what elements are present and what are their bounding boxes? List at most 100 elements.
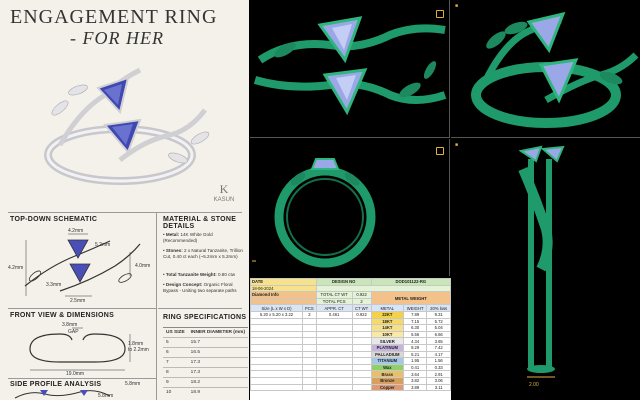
metal-name: Brass	[370, 370, 404, 378]
metal-loss: 0.33	[426, 363, 451, 372]
metal-name: Wax	[370, 363, 404, 372]
table-cell	[351, 324, 372, 332]
table-cell: 7	[163, 357, 188, 368]
dim-label: 4.0mm	[135, 263, 151, 269]
side-profile-schematic	[14, 390, 111, 399]
table-cell	[302, 357, 317, 365]
table-cell	[315, 337, 353, 345]
viewport-perspective[interactable]: ■	[451, 0, 640, 138]
table-cell	[302, 383, 317, 392]
table-cell: 10	[163, 387, 188, 398]
metal-name: 14KT	[370, 324, 404, 332]
table-cell	[250, 317, 303, 326]
table-row: 6 16.5	[163, 347, 249, 358]
viewport-top[interactable]	[250, 0, 450, 138]
total-pcs-value: 2	[351, 297, 372, 306]
table-row: 8 17.3	[163, 367, 249, 378]
table-cell	[315, 343, 353, 352]
table-cell: 0.461	[315, 310, 353, 319]
height-dim: 1.8mm to 2.2mm	[128, 341, 149, 353]
table-header-row: Size (L x W x D) PCS APPR. CT CT WT META…	[250, 304, 451, 312]
viewport-label-icon[interactable]: ■	[455, 142, 458, 148]
table-cell: 5	[163, 337, 188, 348]
table-cell	[250, 357, 303, 365]
dim-label: 5.2mm	[95, 242, 111, 248]
table-cell	[351, 357, 372, 365]
gap-dim: 3.8mm	[62, 322, 78, 328]
table-row: Diamond Info TOTAL CT WT 0.922 METAL WEI…	[250, 291, 452, 306]
dim-label: 2.5mm	[70, 298, 86, 304]
total-pcs-label: TOTAL PCS	[315, 297, 353, 306]
table-cell	[250, 363, 303, 372]
metal-weight: 5.56	[402, 330, 428, 339]
metal-loss: 5.72	[426, 317, 451, 326]
table-row: Wax 0.41 0.33	[250, 363, 451, 372]
table-cell: 18.2	[187, 377, 249, 388]
ring-hero-image	[44, 67, 210, 185]
metal-name: Copper	[370, 383, 404, 392]
table-cell	[302, 330, 317, 339]
viewport-maximize-icon[interactable]	[436, 10, 444, 18]
ring-cad-front-view	[252, 158, 376, 268]
design-no-label: DESIGN NO	[315, 278, 372, 286]
material-heading: MATERIAL & STONE DETAILS	[163, 216, 237, 230]
date-label: DATE	[250, 278, 317, 286]
viewport-maximize-icon[interactable]	[436, 147, 444, 155]
metal-weight: 3.64	[402, 370, 428, 378]
table-cell	[315, 370, 353, 378]
column-header: APPR. CT	[315, 304, 353, 312]
table-cell	[351, 317, 372, 326]
table-cell: 0.922	[351, 310, 372, 319]
design-info-table: DATE DESIGN NO DOD101122-RG 18-06-2024 D…	[250, 278, 452, 400]
metal-loss: 3.11	[426, 383, 451, 392]
table-cell: 16.5	[187, 347, 249, 358]
table-cell: 9	[163, 377, 188, 388]
spec-sheet: ENGAGEMENT RING - FOR HER K KASUN TOP-DOW…	[0, 0, 249, 400]
ring-cad-side-view	[518, 145, 565, 378]
table-row: DATE DESIGN NO DOD101122-RG	[250, 278, 452, 286]
side-profile-heading: SIDE PROFILE ANALYSIS	[10, 381, 102, 388]
metal-name: 18KT	[370, 317, 404, 326]
metal-name: 22KT	[370, 310, 404, 319]
brand-monogram: K	[219, 182, 229, 196]
table-cell	[315, 324, 353, 332]
design-no-value: DOD101122-RG	[370, 278, 452, 286]
metal-loss: 5.04	[426, 324, 451, 332]
brand-name: KASUN	[213, 197, 235, 203]
table-row: Copper 3.89 3.11	[250, 383, 451, 392]
table-row: 7 17.3	[163, 357, 249, 368]
table-cell: 6	[163, 347, 188, 358]
viewport-side[interactable]: ■ 2.00	[451, 139, 640, 400]
table-cell	[315, 363, 353, 372]
material-line: • Stones: 2 x Natural Tanzanite, Trillio…	[163, 248, 243, 259]
metal-weight: 7.15	[402, 317, 428, 326]
divider	[156, 212, 157, 400]
table-cell	[302, 324, 317, 332]
table-cell	[302, 350, 317, 359]
table-cell	[302, 376, 317, 385]
table-cell	[302, 370, 317, 378]
metal-loss: 2.91	[426, 370, 451, 378]
metal-weight: 6.30	[402, 324, 428, 332]
viewport-label-icon[interactable]: ■	[455, 3, 458, 9]
table-cell	[351, 383, 372, 392]
top-down-schematic	[24, 233, 141, 297]
info-table-grid: DATE DESIGN NO DOD101122-RG 18-06-2024 D…	[250, 278, 452, 392]
table-row: 5.20 x 5.20 x 3.22 2 0.461 0.922 22KT 7.89 9.3…	[250, 310, 451, 319]
table-row: PLATINUM 9.29 7.42	[250, 343, 451, 352]
metal-loss: 4.17	[426, 350, 451, 359]
table-cell	[351, 350, 372, 359]
column-header: METAL	[370, 304, 404, 312]
column-header: WEIGHT	[402, 304, 428, 312]
table-cell: 8	[163, 367, 188, 378]
table-cell: 17.3	[187, 357, 249, 368]
sheet-title: ENGAGEMENT RING	[10, 6, 218, 28]
column-header: INNER DIAMETER (mm)	[187, 327, 249, 338]
column-header: Size (L x W x D)	[250, 304, 303, 312]
metal-name: SILVER	[370, 337, 404, 345]
table-cell: 18.9	[187, 387, 249, 398]
table-row: 10 18.9	[163, 387, 249, 398]
viewport-front[interactable]	[250, 139, 450, 276]
table-row: 18KT 7.15 5.72	[250, 317, 451, 326]
metal-weight: 0.41	[402, 363, 428, 372]
